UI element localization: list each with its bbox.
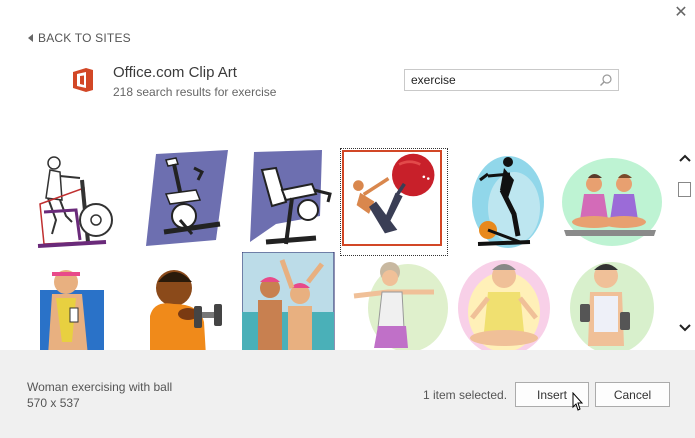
clipart-man-weights — [570, 262, 654, 350]
clipart-exercise-bike-purple — [146, 150, 228, 246]
clipart-woman-stretch — [353, 262, 448, 350]
clipart-yoga-pair — [562, 158, 662, 246]
clipart-water-aerobics — [242, 252, 335, 350]
search-input[interactable] — [411, 73, 591, 87]
clipart-meditation — [458, 260, 550, 350]
back-to-sites-label: BACK TO SITES — [38, 31, 131, 45]
clipart-man-exercise-bike — [37, 156, 113, 248]
clipart-woman-towel — [40, 270, 104, 350]
clipart-result[interactable] — [30, 252, 134, 350]
clipart-result[interactable] — [242, 252, 346, 350]
clipart-result[interactable] — [458, 150, 562, 254]
clipart-recumbent-bike — [250, 150, 332, 245]
office-logo-icon — [73, 68, 93, 92]
site-title: Office.com Clip Art — [113, 64, 237, 81]
selected-item-name: Woman exercising with ball — [27, 380, 173, 394]
selected-item-size: 570 x 537 — [27, 396, 80, 410]
clipart-result[interactable] — [26, 150, 130, 254]
clipart-result[interactable] — [558, 252, 662, 350]
cancel-button[interactable]: Cancel — [595, 382, 670, 407]
dialog-footer — [0, 350, 695, 438]
selected-tile-frame — [342, 150, 442, 246]
search-icon[interactable] — [599, 73, 613, 87]
results-grid — [0, 140, 668, 350]
back-to-sites-link[interactable]: BACK TO SITES — [28, 31, 131, 45]
results-count: 218 search results for exercise — [113, 85, 277, 99]
chevron-up-icon[interactable] — [677, 152, 693, 164]
clipart-silhouette-bike — [472, 156, 544, 248]
clipart-result[interactable] — [560, 150, 664, 254]
scrollbar-thumb[interactable] — [678, 182, 691, 197]
back-arrow-icon — [28, 34, 33, 42]
chevron-down-icon[interactable] — [677, 322, 693, 334]
clipart-result[interactable] — [348, 252, 452, 350]
clipart-woman-exercising-ball — [353, 153, 435, 234]
clipart-result[interactable] — [140, 252, 244, 350]
clipart-man-dumbbell — [150, 270, 222, 350]
clipart-result[interactable] — [136, 150, 240, 254]
search-box[interactable] — [404, 69, 619, 91]
clipart-result-selected[interactable] — [340, 148, 448, 256]
selection-count: 1 item selected. — [423, 388, 508, 402]
clipart-result[interactable] — [452, 252, 556, 350]
close-icon[interactable]: ✕ — [672, 4, 690, 22]
mouse-cursor-icon — [572, 392, 584, 411]
clipart-result[interactable] — [246, 150, 350, 254]
